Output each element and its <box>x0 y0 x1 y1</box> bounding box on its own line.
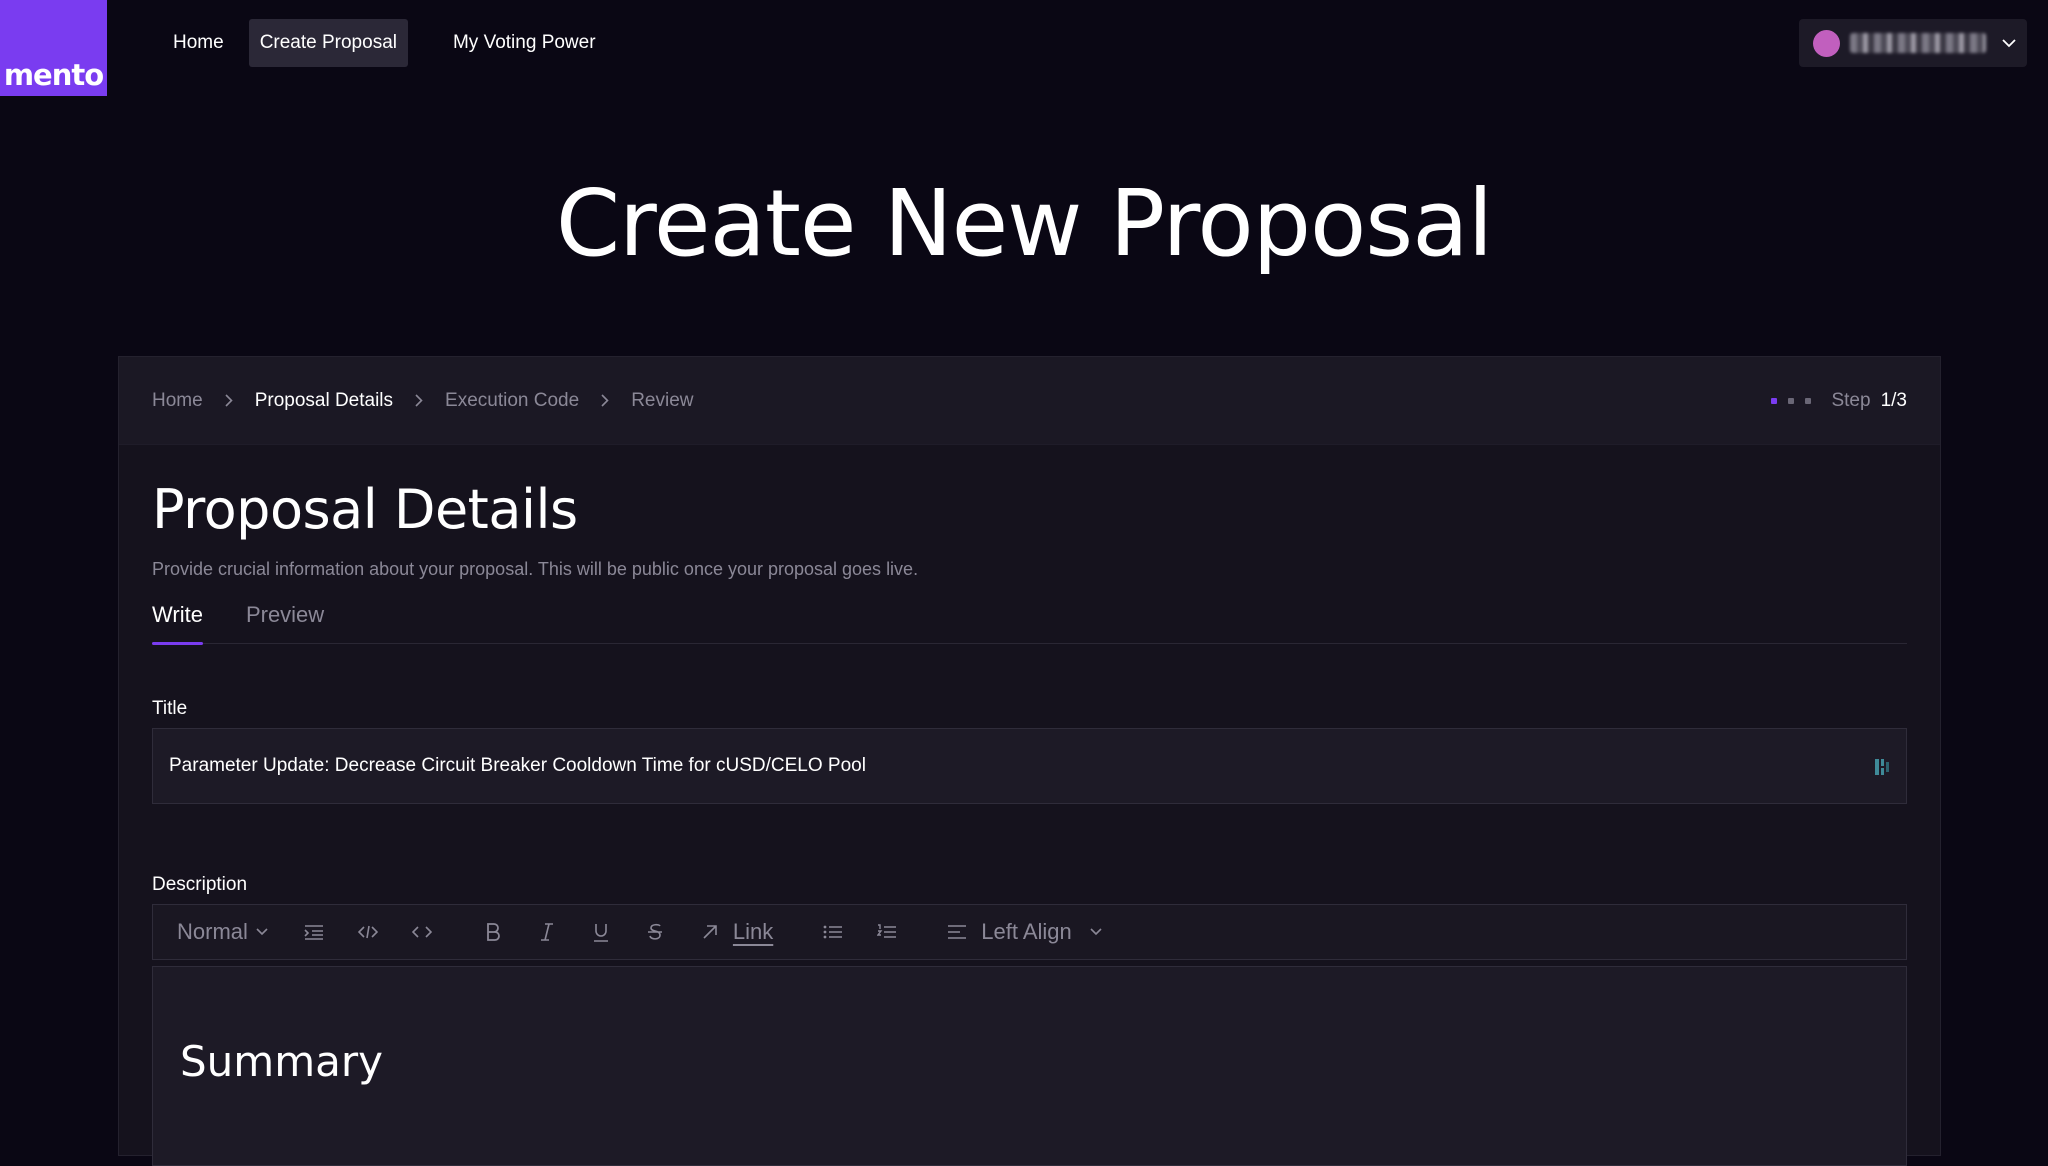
chevron-right-icon <box>598 394 612 408</box>
step-dot <box>1805 397 1812 404</box>
proposal-card: Home Proposal Details Execution Code Rev… <box>118 356 1941 1166</box>
numbered-list-icon[interactable] <box>875 920 899 944</box>
step-dot <box>1788 397 1795 404</box>
title-input-value: Parameter Update: Decrease Circuit Break… <box>169 755 866 776</box>
format-select-value: Normal <box>177 919 248 944</box>
strikethrough-icon[interactable] <box>643 920 667 944</box>
bold-icon[interactable] <box>481 920 505 944</box>
bullet-list-icon[interactable] <box>821 920 845 944</box>
section-subtitle: Provide crucial information about your p… <box>152 559 919 579</box>
tab-write[interactable]: Write <box>152 602 203 645</box>
tab-preview[interactable]: Preview <box>246 602 324 644</box>
section-title: Proposal Details <box>152 478 578 541</box>
step-dot-active <box>1771 397 1778 404</box>
step-indicator: Step 1/3 <box>1771 390 1907 412</box>
align-left-icon[interactable] <box>945 920 969 944</box>
step-value: 1/3 <box>1880 389 1907 411</box>
description-editor[interactable]: Summary <box>152 966 1907 1166</box>
write-preview-tabs: Write Preview <box>152 602 1907 645</box>
link-arrow-icon[interactable] <box>698 920 722 944</box>
logo-text: mento <box>3 58 104 92</box>
avatar <box>1813 29 1840 57</box>
card-header: Home Proposal Details Execution Code Rev… <box>119 357 1940 445</box>
chevron-right-icon <box>222 394 236 408</box>
link-button[interactable]: Link <box>733 919 773 945</box>
italic-icon[interactable] <box>535 920 559 944</box>
step-label: Step <box>1831 389 1871 411</box>
wallet-address-blurred <box>1850 33 1986 53</box>
nav-home[interactable]: Home <box>162 19 235 67</box>
code-block-icon[interactable] <box>410 920 434 944</box>
align-select-value: Left Align <box>981 919 1072 944</box>
card-body: Proposal Details Provide crucial informa… <box>119 478 1940 1166</box>
password-manager-icon[interactable] <box>1874 757 1890 777</box>
wallet-button[interactable] <box>1799 19 2027 67</box>
breadcrumb: Home Proposal Details Execution Code Rev… <box>152 390 694 412</box>
code-icon[interactable] <box>356 920 380 944</box>
title-input[interactable]: Parameter Update: Decrease Circuit Break… <box>152 728 1907 804</box>
indent-icon[interactable] <box>302 920 326 944</box>
chevron-down-icon <box>1090 928 1102 936</box>
breadcrumb-review[interactable]: Review <box>631 390 693 412</box>
nav-my-voting-power[interactable]: My Voting Power <box>442 19 607 67</box>
underline-icon[interactable] <box>589 920 613 944</box>
format-select[interactable]: Normal <box>177 919 268 945</box>
chevron-down-icon <box>1999 33 2019 53</box>
editor-heading: Summary <box>180 1037 383 1086</box>
breadcrumb-execution-code[interactable]: Execution Code <box>445 390 579 412</box>
editor-toolbar: Normal Link Left Align <box>152 904 1907 960</box>
chevron-down-icon <box>256 928 268 936</box>
top-bar: mento Home Create Proposal My Voting Pow… <box>0 0 2048 96</box>
main-nav: Home Create Proposal My Voting Power <box>162 19 607 67</box>
mento-logo[interactable]: mento <box>0 0 107 96</box>
title-label: Title <box>152 698 188 719</box>
chevron-right-icon <box>412 394 426 408</box>
align-select[interactable]: Left Align <box>981 919 1102 945</box>
description-label: Description <box>152 874 248 895</box>
breadcrumb-home[interactable]: Home <box>152 390 203 412</box>
nav-create-proposal[interactable]: Create Proposal <box>248 19 408 67</box>
breadcrumb-proposal-details[interactable]: Proposal Details <box>255 390 393 412</box>
page-title: Create New Proposal <box>555 170 1493 277</box>
